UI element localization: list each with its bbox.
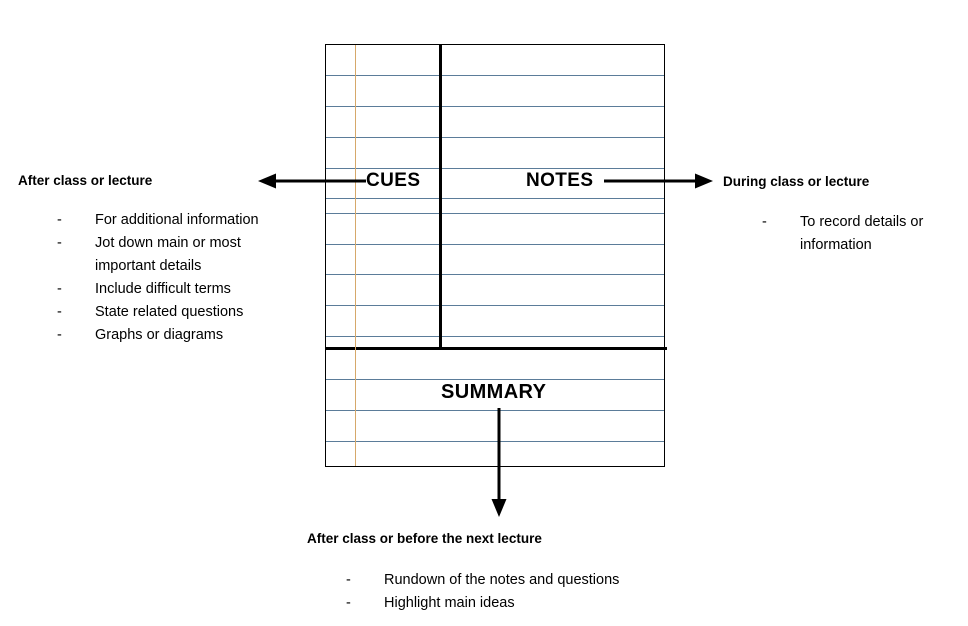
- right-annotation-list: - To record details or information: [762, 211, 952, 257]
- bullet-dash: -: [57, 281, 62, 297]
- bullet-dash: -: [57, 327, 62, 343]
- list-item-label: Jot down main or most: [95, 235, 241, 251]
- arrow-down-to-summary-annotation: [491, 408, 507, 517]
- arrow-right-to-notes-annotation: [604, 173, 713, 189]
- list-item: - State related questions: [57, 301, 307, 324]
- list-item-label: For additional information: [95, 212, 259, 228]
- bullet-dash: -: [346, 572, 351, 588]
- bottom-annotation-heading: After class or before the next lecture: [307, 531, 542, 546]
- arrow-left-to-cues-annotation: [258, 173, 366, 189]
- list-item-label: To record details or: [800, 214, 924, 230]
- list-item-label: Highlight main ideas: [384, 595, 515, 611]
- bullet-dash: -: [762, 214, 767, 230]
- list-item: - For additional information: [57, 209, 307, 232]
- bottom-annotation-list: - Rundown of the notes and questions - H…: [346, 569, 676, 615]
- list-item-label: Rundown of the notes and questions: [384, 572, 620, 588]
- bullet-dash: -: [57, 212, 62, 228]
- list-item: - Highlight main ideas: [346, 592, 676, 615]
- list-item: - Include difficult terms: [57, 278, 307, 301]
- list-item-continuation: important details: [95, 258, 202, 274]
- list-item-label: Graphs or diagrams: [95, 327, 224, 343]
- list-item-label: State related questions: [95, 304, 244, 320]
- list-item: - Graphs or diagrams: [57, 324, 307, 347]
- list-item: - To record details or: [762, 211, 952, 234]
- bullet-dash: -: [57, 235, 62, 251]
- list-item: - Jot down main or most: [57, 232, 307, 255]
- list-item: - Rundown of the notes and questions: [346, 569, 676, 592]
- left-annotation-heading: After class or lecture: [18, 173, 153, 188]
- bullet-dash: -: [346, 595, 351, 611]
- bullet-dash: -: [57, 304, 62, 320]
- list-item-label: Include difficult terms: [95, 281, 231, 297]
- list-item-continuation: information: [800, 237, 872, 253]
- right-annotation-heading: During class or lecture: [723, 174, 870, 189]
- left-annotation-list: - For additional information - Jot down …: [57, 209, 307, 347]
